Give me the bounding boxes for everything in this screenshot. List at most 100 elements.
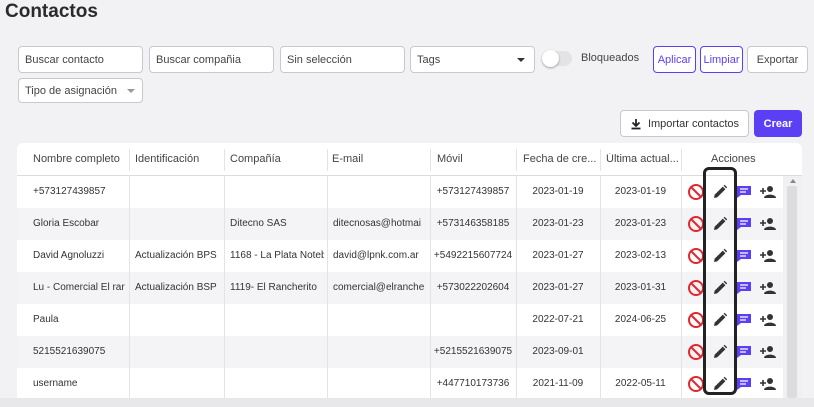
table-row[interactable]: username +447710173736 2021-11-09 2022-05-1… xyxy=(17,368,783,400)
cell-identification: Actualización BSP xyxy=(135,282,217,293)
cell-company xyxy=(230,176,324,208)
column-header-name[interactable]: Nombre completo xyxy=(33,153,133,165)
chat-icon[interactable] xyxy=(735,247,753,265)
cell-name: +573127439857 xyxy=(33,186,106,197)
clear-button[interactable]: Limpiar xyxy=(700,46,743,73)
chevron-down-icon xyxy=(127,89,135,93)
table-row[interactable]: +573127439857 +573127439857 2023-01-19 2023… xyxy=(17,176,783,208)
import-contacts-button[interactable]: Importar contactos xyxy=(620,110,749,137)
cell-updated: 2023-01-23 xyxy=(614,218,667,229)
edit-icon[interactable] xyxy=(711,343,729,361)
cell-email xyxy=(333,176,427,208)
column-separator xyxy=(327,149,328,171)
apply-button[interactable]: Aplicar xyxy=(653,46,696,73)
chat-icon[interactable] xyxy=(735,343,753,361)
chat-icon[interactable] xyxy=(735,279,753,297)
import-contacts-label: Importar contactos xyxy=(647,117,740,130)
company-search-input[interactable]: Buscar compañia xyxy=(149,46,274,73)
chat-icon[interactable] xyxy=(735,375,753,393)
column-separator xyxy=(516,240,517,272)
cell-updated xyxy=(601,336,680,368)
assign-user-icon[interactable] xyxy=(759,279,777,297)
column-header-company[interactable]: Compañía xyxy=(230,153,325,165)
cell-name: Gloria Escobar xyxy=(33,218,100,229)
chat-icon[interactable] xyxy=(735,311,753,329)
table-row[interactable]: David Agnoluzzi Actualización BPS 1168 - L… xyxy=(17,240,783,272)
column-separator xyxy=(224,272,225,304)
column-header-email[interactable]: E-mail xyxy=(332,153,427,165)
cell-email xyxy=(333,304,427,336)
column-separator xyxy=(224,304,225,336)
assign-user-icon[interactable] xyxy=(759,215,777,233)
table-row[interactable]: Gloria Escobar Ditecno SAS ditecnosas@hotm… xyxy=(17,208,783,240)
page-title: Contactos xyxy=(5,1,98,22)
column-separator xyxy=(129,208,130,240)
column-separator xyxy=(600,336,601,368)
edit-icon[interactable] xyxy=(711,279,729,297)
block-icon[interactable] xyxy=(687,343,705,361)
horizontal-scrollbar[interactable] xyxy=(0,398,814,407)
column-separator xyxy=(516,208,517,240)
column-header-updated[interactable]: Última actual... xyxy=(606,153,684,165)
cell-updated: 2024-06-25 xyxy=(614,314,667,325)
column-separator xyxy=(224,176,225,208)
column-separator xyxy=(600,240,601,272)
cell-created: 2023-01-19 xyxy=(532,186,584,197)
block-icon[interactable] xyxy=(687,375,705,393)
edit-icon[interactable] xyxy=(711,183,729,201)
blocked-toggle[interactable] xyxy=(542,50,572,67)
assignment-type-dropdown[interactable]: Tipo de asignación xyxy=(18,78,143,103)
cell-company: 1168 - La Plata Noteb xyxy=(230,250,324,261)
table-row[interactable]: Paula 2022-07-21 2024-06-25 xyxy=(17,304,783,336)
block-icon[interactable] xyxy=(687,183,705,201)
block-icon[interactable] xyxy=(687,279,705,297)
cell-created: 2023-01-27 xyxy=(532,250,584,261)
column-separator xyxy=(327,336,328,368)
cell-identification xyxy=(135,304,223,336)
cell-email xyxy=(333,336,427,368)
toggle-knob xyxy=(542,50,559,67)
cell-company: 1119- El Rancherito xyxy=(230,282,317,293)
assign-user-icon[interactable] xyxy=(759,247,777,265)
table-row[interactable]: Lu - Comercial El rar Actualización BSP 11… xyxy=(17,272,783,304)
cell-company: Ditecno SAS xyxy=(230,218,287,229)
block-icon[interactable] xyxy=(687,311,705,329)
column-separator xyxy=(681,240,682,272)
chat-icon[interactable] xyxy=(735,215,753,233)
cell-company xyxy=(230,336,324,368)
column-header-identification[interactable]: Identificación xyxy=(135,153,225,165)
cell-email: david@lpnk.com.ar xyxy=(333,250,419,261)
scroll-up-icon[interactable] xyxy=(790,179,796,183)
chat-icon[interactable] xyxy=(735,183,753,201)
table-row[interactable]: 5215521639075 +5215521639075 2023-09-01 xyxy=(17,336,783,368)
contact-search-input[interactable]: Buscar contacto xyxy=(18,46,143,73)
edit-icon[interactable] xyxy=(711,311,729,329)
column-separator xyxy=(129,240,130,272)
column-separator xyxy=(600,208,601,240)
cell-name: Lu - Comercial El rar xyxy=(33,282,125,293)
edit-icon[interactable] xyxy=(711,375,729,393)
edit-icon[interactable] xyxy=(711,215,729,233)
cell-created: 2023-01-23 xyxy=(532,218,584,229)
cell-mobile: +573146358185 xyxy=(436,218,510,229)
column-separator xyxy=(516,149,517,171)
selection-dropdown[interactable]: Sin selección xyxy=(280,46,405,73)
column-separator xyxy=(430,304,431,336)
tags-dropdown[interactable]: Tags xyxy=(410,46,535,73)
column-separator xyxy=(516,304,517,336)
export-button[interactable]: Exportar xyxy=(747,46,808,73)
assign-user-icon[interactable] xyxy=(759,311,777,329)
block-icon[interactable] xyxy=(687,247,705,265)
assign-user-icon[interactable] xyxy=(759,183,777,201)
column-header-created[interactable]: Fecha de cre... xyxy=(523,153,601,165)
edit-icon[interactable] xyxy=(711,247,729,265)
assign-user-icon[interactable] xyxy=(759,343,777,361)
block-icon[interactable] xyxy=(687,215,705,233)
create-button[interactable]: Crear xyxy=(754,110,802,137)
cell-company xyxy=(230,368,324,400)
scrollbar-thumb[interactable] xyxy=(787,186,797,398)
column-separator xyxy=(516,336,517,368)
assign-user-icon[interactable] xyxy=(759,375,777,393)
column-separator xyxy=(600,176,601,208)
column-header-mobile[interactable]: Móvil xyxy=(437,153,517,165)
